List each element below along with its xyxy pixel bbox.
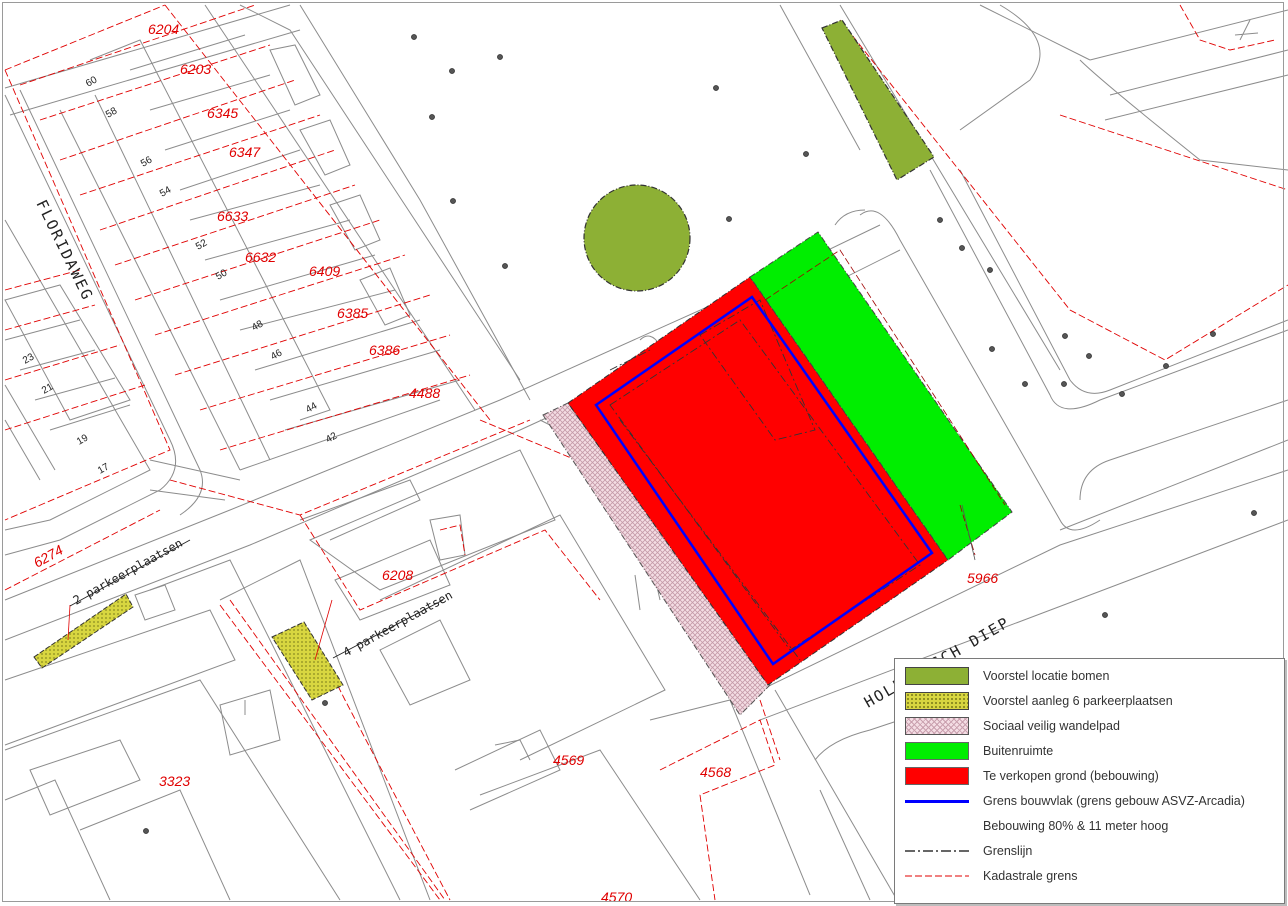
parcel-number: 3323 bbox=[159, 773, 190, 789]
legend-swatch-outdoor-space bbox=[905, 742, 969, 760]
legend-item-cadastral-boundary: Kadastrale grens bbox=[905, 865, 1280, 887]
legend-item-outdoor-space: Buitenruimte bbox=[905, 740, 1280, 762]
legend-label: Grenslijn bbox=[983, 844, 1033, 858]
legend-swatch-building-plane bbox=[905, 792, 969, 810]
parcel-number: 4568 bbox=[700, 764, 731, 780]
legend-label: Voorstel locatie bomen bbox=[983, 669, 1110, 683]
legend-item-land-for-sale: Te verkopen grond (bebouwing) bbox=[905, 765, 1280, 787]
parcel-number: 4570 bbox=[601, 889, 632, 905]
legend-swatch-cadastral-boundary bbox=[905, 867, 969, 885]
legend-swatch-trees bbox=[905, 667, 969, 685]
legend-item-trees: Voorstel locatie bomen bbox=[905, 665, 1280, 687]
parcel-number: 4569 bbox=[553, 752, 584, 768]
house-number: 42 bbox=[324, 430, 340, 445]
parking-right-leader bbox=[314, 599, 333, 661]
parcel-number: 6203 bbox=[180, 61, 211, 77]
parcel-number: 6208 bbox=[382, 567, 413, 583]
legend-swatch-boundary-line bbox=[905, 842, 969, 860]
parcel-number: 6385 bbox=[337, 305, 368, 321]
legend-swatch-building-coverage bbox=[905, 817, 969, 835]
legend-label: Te verkopen grond (bebouwing) bbox=[983, 769, 1159, 783]
legend-label: Grens bouwvlak (grens gebouw ASVZ-Arcadi… bbox=[983, 794, 1245, 808]
legend-label: Sociaal veilig wandelpad bbox=[983, 719, 1120, 733]
proposed-tree-location-strip bbox=[821, 19, 935, 181]
house-number: 19 bbox=[75, 432, 91, 447]
house-number: 21 bbox=[40, 381, 56, 396]
legend-item-boundary-line: Grenslijn bbox=[905, 840, 1280, 862]
house-number: 52 bbox=[194, 237, 210, 252]
house-number: 54 bbox=[158, 184, 174, 199]
legend-item-building-coverage: Bebouwing 80% & 11 meter hoog bbox=[905, 815, 1280, 837]
house-number: 46 bbox=[269, 347, 285, 362]
parcel-number: 6345 bbox=[207, 105, 238, 121]
parcel-number: 6632 bbox=[245, 249, 276, 265]
house-number: 17 bbox=[96, 461, 112, 476]
legend-swatch-footpath bbox=[905, 717, 969, 735]
parcel-number: 6386 bbox=[369, 342, 400, 358]
legend-item-parking: Voorstel aanleg 6 parkeerplaatsen bbox=[905, 690, 1280, 712]
proposed-parking-left bbox=[33, 593, 134, 669]
legend: Voorstel locatie bomen Voorstel aanleg 6… bbox=[894, 658, 1285, 904]
parcel-number: 6204 bbox=[148, 21, 179, 37]
proposed-tree-location-circle bbox=[583, 184, 691, 292]
street-label-floridaweg: FLORIDAWEG bbox=[32, 197, 97, 304]
legend-swatch-parking bbox=[905, 692, 969, 710]
parcel-number: 6633 bbox=[217, 208, 248, 224]
house-number: 60 bbox=[84, 74, 100, 89]
legend-item-building-plane: Grens bouwvlak (grens gebouw ASVZ-Arcadi… bbox=[905, 790, 1280, 812]
parcel-number: 6347 bbox=[229, 144, 261, 160]
legend-item-footpath: Sociaal veilig wandelpad bbox=[905, 715, 1280, 737]
legend-label: Kadastrale grens bbox=[983, 869, 1078, 883]
legend-swatch-land-for-sale bbox=[905, 767, 969, 785]
parcel-number: 6274 bbox=[31, 541, 66, 570]
legend-label: Voorstel aanleg 6 parkeerplaatsen bbox=[983, 694, 1173, 708]
parking-label-right: 4 parkeerplaatsen bbox=[341, 588, 455, 660]
house-number: 44 bbox=[304, 400, 320, 415]
house-number: 48 bbox=[250, 318, 266, 333]
legend-label: Buitenruimte bbox=[983, 744, 1054, 758]
house-number: 50 bbox=[214, 267, 230, 282]
house-number: 56 bbox=[139, 154, 155, 169]
parcel-number: 6409 bbox=[309, 263, 340, 279]
parcel-number: 4488 bbox=[409, 385, 440, 401]
legend-label: Bebouwing 80% & 11 meter hoog bbox=[983, 819, 1169, 833]
parcel-number: 5966 bbox=[967, 570, 998, 586]
